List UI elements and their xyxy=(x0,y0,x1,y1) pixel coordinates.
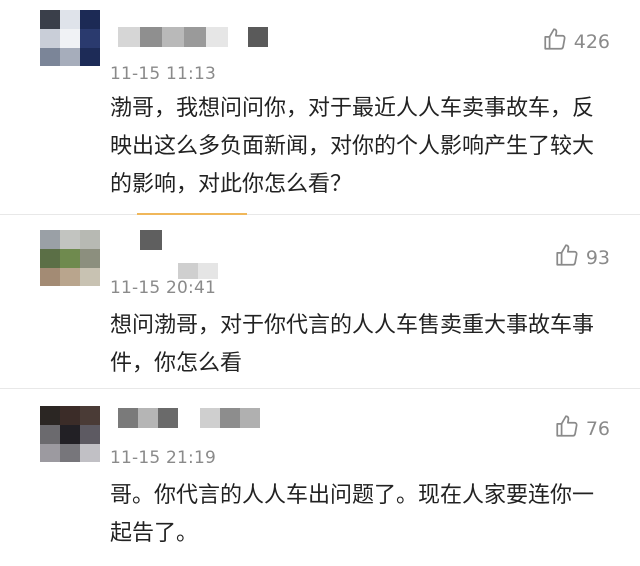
avatar-pixel xyxy=(40,268,60,286)
avatar-pixel xyxy=(60,268,80,286)
avatar-pixel xyxy=(40,425,60,444)
avatar-pixel xyxy=(80,230,100,249)
avatar-pixel xyxy=(60,249,80,268)
name-block xyxy=(228,27,248,47)
username-pixelated[interactable] xyxy=(118,27,268,47)
name-block xyxy=(138,408,158,428)
name-block xyxy=(140,27,162,47)
name-block xyxy=(162,27,184,47)
avatar-pixel xyxy=(80,249,100,268)
avatar-pixel xyxy=(60,425,80,444)
like-button[interactable]: 76 xyxy=(554,413,610,444)
avatar[interactable] xyxy=(40,230,100,286)
avatar-pixel xyxy=(40,406,60,425)
name-block xyxy=(248,27,268,47)
thumbs-up-icon xyxy=(554,413,580,444)
avatar-pixel xyxy=(40,10,60,29)
avatar-pixel xyxy=(40,230,60,249)
username-pixelated[interactable] xyxy=(118,230,162,250)
name-block xyxy=(140,230,162,250)
avatar-pixel xyxy=(40,29,60,48)
avatar-pixel xyxy=(60,48,80,66)
name-block xyxy=(240,408,260,428)
avatar-pixel xyxy=(80,48,100,66)
like-button[interactable]: 426 xyxy=(542,26,610,57)
avatar-pixel xyxy=(80,425,100,444)
comment-text: 想问渤哥，对于你代言的人人车售卖重大事故车事件，你怎么看 xyxy=(110,313,595,376)
name-block xyxy=(118,27,140,47)
like-count: 76 xyxy=(585,417,610,440)
comment-text: 渤哥，我想问问你，对于最近人人车卖事故车，反映出这么多负面新闻，对你的个人影响产… xyxy=(110,96,595,197)
name-block xyxy=(118,408,138,428)
comment-item: 11-15 20:41 93 想问渤哥，对于你代言的人人车售卖重大事故车事件，你… xyxy=(0,215,640,385)
avatar[interactable] xyxy=(40,406,100,462)
avatar-pixel xyxy=(80,29,100,48)
comment-item: 11-15 21:19 76 哥。你代言的人人车出问题了。现在人家要连你一起告了… xyxy=(0,388,640,566)
avatar-pixel xyxy=(60,10,80,29)
username-pixelated-extra xyxy=(178,263,218,279)
avatar-pixel xyxy=(80,406,100,425)
name-block xyxy=(200,408,220,428)
avatar-pixel xyxy=(60,230,80,249)
like-count: 426 xyxy=(573,30,610,53)
like-count: 93 xyxy=(585,246,610,269)
name-block xyxy=(206,27,228,47)
avatar[interactable] xyxy=(40,10,100,66)
name-block xyxy=(178,263,198,279)
avatar-pixel xyxy=(60,29,80,48)
thumbs-up-icon xyxy=(554,242,580,273)
avatar-pixel xyxy=(60,406,80,425)
avatar-pixel xyxy=(40,48,60,66)
name-block xyxy=(178,408,200,428)
avatar-pixel xyxy=(60,444,80,462)
comment-time: 11-15 20:41 xyxy=(110,278,216,298)
avatar-pixel xyxy=(80,268,100,286)
comment-time: 11-15 21:19 xyxy=(110,448,216,468)
avatar-pixel xyxy=(40,444,60,462)
avatar-pixel xyxy=(40,249,60,268)
like-button[interactable]: 93 xyxy=(554,242,610,273)
avatar-pixel xyxy=(80,10,100,29)
comment-item: 11-15 11:13 426 渤哥，我想问问你，对于最近人人车卖事故车，反映出… xyxy=(0,0,640,215)
name-block xyxy=(220,408,240,428)
thumbs-up-icon xyxy=(542,26,568,57)
username-pixelated[interactable] xyxy=(118,408,260,428)
comment-time: 11-15 11:13 xyxy=(110,64,216,84)
name-block xyxy=(118,230,140,250)
avatar-pixel xyxy=(80,444,100,462)
name-block xyxy=(198,263,218,279)
comment-text: 哥。你代言的人人车出问题了。现在人家要连你一起告了。 xyxy=(110,483,595,546)
name-block xyxy=(184,27,206,47)
name-block xyxy=(158,408,178,428)
